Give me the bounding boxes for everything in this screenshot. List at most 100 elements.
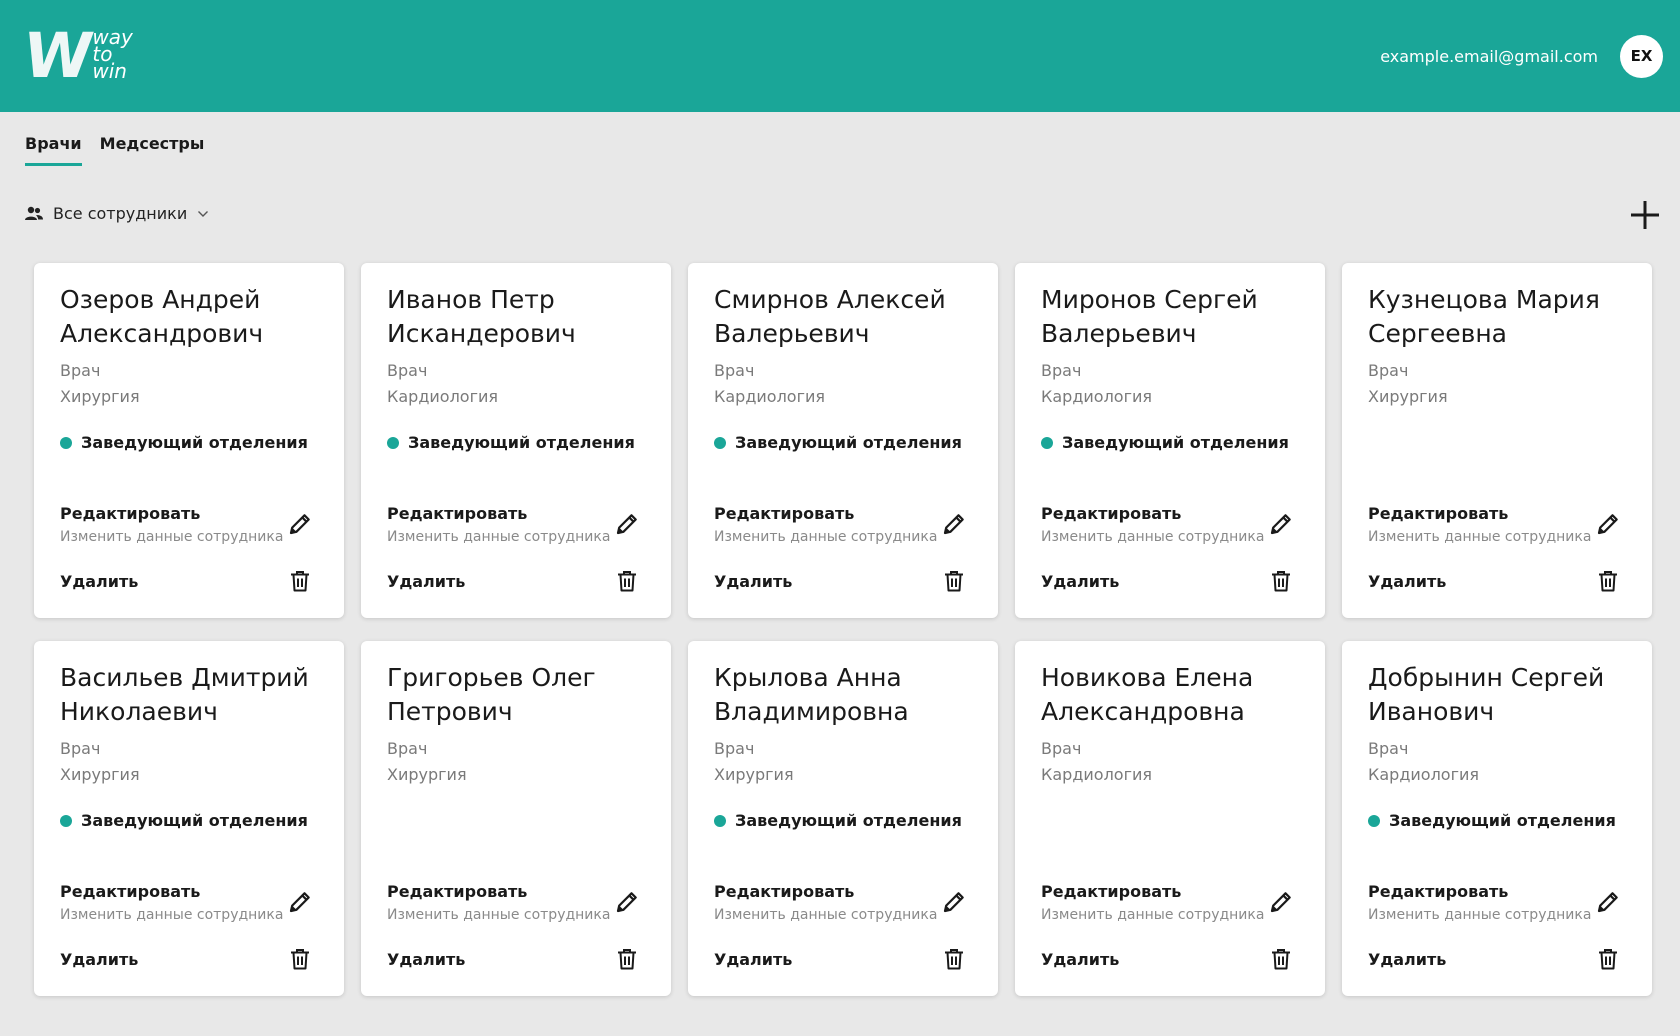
employee-position: Врач [387,361,428,380]
edit-link[interactable]: Редактировать Изменить данные сотрудника [1368,882,1591,923]
edit-link[interactable]: Редактировать Изменить данные сотрудника [60,882,283,923]
delete-link[interactable]: Удалить [1368,950,1446,969]
trash-icon[interactable] [615,569,639,593]
status-dot [60,814,72,827]
pencil-icon[interactable] [1595,511,1621,537]
edit-title: Редактировать [1368,882,1509,901]
delete-link[interactable]: Удалить [387,950,465,969]
trash-icon[interactable] [288,947,312,971]
edit-subtitle: Изменить данные сотрудника [1368,907,1592,923]
trash-icon[interactable] [288,569,312,593]
edit-title: Редактировать [60,504,201,523]
edit-link[interactable]: Редактировать Изменить данные сотрудника [1041,882,1264,923]
edit-link[interactable]: Редактировать Изменить данные сотрудника [387,882,610,923]
employee-card-grid: Озеров Андрей Александрович Врач Хирурги… [34,263,1652,996]
employee-position: Врач [1368,739,1409,758]
trash-icon[interactable] [942,569,966,593]
employee-position: Врач [714,361,755,380]
employee-department: Хирургия [60,765,140,784]
employee-card: Иванов Петр Искандерович Врач Кардиологи… [361,263,671,618]
pencil-icon[interactable] [287,511,313,537]
trash-icon[interactable] [1596,947,1620,971]
tab-nurses[interactable]: Медсестры [100,134,205,166]
app-header: W way to win example.email@gmail.com EX [0,0,1680,112]
pencil-icon[interactable] [1268,889,1294,915]
edit-link[interactable]: Редактировать Изменить данные сотрудника [1041,504,1264,545]
pencil-icon[interactable] [941,889,967,915]
pencil-icon[interactable] [614,511,640,537]
employee-name: Добрынин Сергей Иванович [1368,663,1605,726]
pencil-icon[interactable] [287,889,313,915]
status-text: Заведующий отделения [735,811,962,830]
pencil-icon[interactable] [614,889,640,915]
trash-icon[interactable] [615,947,639,971]
employee-department: Хирургия [714,765,794,784]
trash-icon[interactable] [942,947,966,971]
delete-link[interactable]: Удалить [714,572,792,591]
employee-department: Кардиология [714,387,826,406]
edit-title: Редактировать [714,882,855,901]
chevron-down-icon [197,210,209,218]
edit-subtitle: Изменить данные сотрудника [1041,907,1265,923]
logo[interactable]: W way to win [19,19,133,92]
tab-doctors[interactable]: Врачи [25,134,82,166]
employee-name: Иванов Петр Искандерович [387,285,576,348]
add-employee-button[interactable] [1628,198,1662,232]
status-text: Заведующий отделения [81,433,308,452]
employee-name: Новикова Елена Александровна [1041,663,1254,726]
employee-name: Крылова Анна Владимировна [714,663,909,726]
employee-card: Озеров Андрей Александрович Врач Хирурги… [34,263,344,618]
edit-subtitle: Изменить данные сотрудника [387,529,611,545]
trash-icon[interactable] [1596,569,1620,593]
logo-mark: W [18,19,94,92]
logo-word: win [92,58,127,83]
delete-link[interactable]: Удалить [1041,572,1119,591]
edit-link[interactable]: Редактировать Изменить данные сотрудника [714,504,937,545]
employee-position: Врач [60,739,101,758]
employee-position: Врач [1368,361,1409,380]
delete-link[interactable]: Удалить [1368,572,1446,591]
employee-status: Заведующий отделения [714,433,962,452]
status-text: Заведующий отделения [81,811,308,830]
logo-words: way to win [92,27,132,83]
edit-link[interactable]: Редактировать Изменить данные сотрудника [387,504,610,545]
pencil-icon[interactable] [941,511,967,537]
employee-department: Хирургия [60,387,140,406]
delete-link[interactable]: Удалить [1041,950,1119,969]
trash-icon[interactable] [1269,947,1293,971]
edit-subtitle: Изменить данные сотрудника [60,529,284,545]
employee-status: Заведующий отделения [60,433,308,452]
edit-link[interactable]: Редактировать Изменить данные сотрудника [60,504,283,545]
employee-department: Хирургия [387,765,467,784]
avatar[interactable]: EX [1620,34,1663,78]
edit-link[interactable]: Редактировать Изменить данные сотрудника [1368,504,1591,545]
edit-subtitle: Изменить данные сотрудника [714,529,938,545]
employee-position: Врач [387,739,428,758]
filter-label: Все сотрудники [53,204,188,223]
edit-title: Редактировать [387,882,528,901]
delete-link[interactable]: Удалить [714,950,792,969]
employee-position: Врач [1041,361,1082,380]
employee-status: Заведующий отделения [60,811,308,830]
status-dot [714,436,726,449]
edit-subtitle: Изменить данные сотрудника [1041,529,1265,545]
status-text: Заведующий отделения [735,433,962,452]
delete-link[interactable]: Удалить [60,572,138,591]
edit-link[interactable]: Редактировать Изменить данные сотрудника [714,882,937,923]
pencil-icon[interactable] [1268,511,1294,537]
status-text: Заведующий отделения [1062,433,1289,452]
delete-link[interactable]: Удалить [387,572,465,591]
trash-icon[interactable] [1269,569,1293,593]
employee-department: Хирургия [1368,387,1448,406]
delete-link[interactable]: Удалить [60,950,138,969]
employee-card: Новикова Елена Александровна Врач Кардио… [1015,641,1325,996]
employee-status: Заведующий отделения [1041,433,1289,452]
pencil-icon[interactable] [1595,889,1621,915]
edit-subtitle: Изменить данные сотрудника [714,907,938,923]
employee-status: Заведующий отделения [387,433,635,452]
status-dot [60,436,72,449]
employee-filter-dropdown[interactable]: Все сотрудники [25,204,209,223]
status-dot [387,436,399,449]
employee-card: Васильев Дмитрий Николаевич Врач Хирурги… [34,641,344,996]
employee-name: Григорьев Олег Петрович [387,663,596,726]
